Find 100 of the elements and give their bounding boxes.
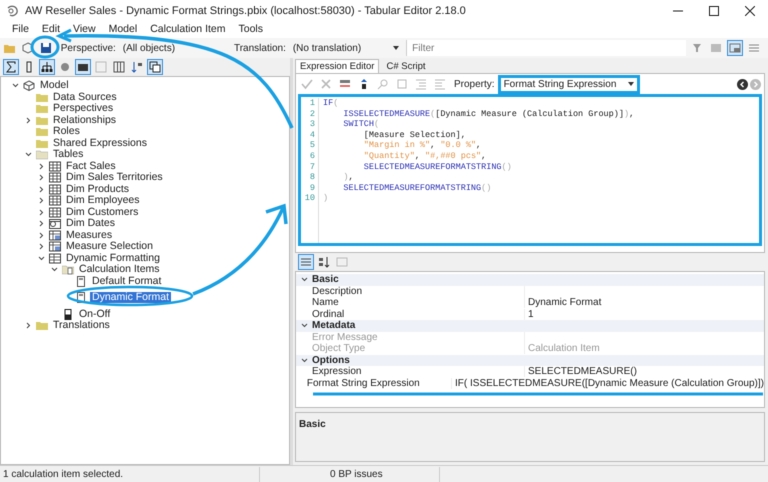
translation-dropdown[interactable]: (No translation) bbox=[288, 40, 400, 56]
property-value[interactable]: SELECTEDMEASURE() bbox=[525, 366, 637, 378]
chevron-down-icon[interactable] bbox=[300, 322, 308, 330]
sigma-icon[interactable] bbox=[3, 59, 19, 75]
table-icon bbox=[49, 172, 61, 184]
line-number: 8 bbox=[310, 172, 315, 183]
chevron-down-icon[interactable] bbox=[25, 151, 32, 158]
code-line: "Quantity", "#,##0 pcs", bbox=[362, 150, 488, 162]
tree-item[interactable]: Dim Employees bbox=[64, 195, 142, 206]
tree-item[interactable]: Measure Selection bbox=[64, 241, 155, 252]
menu-item[interactable]: Calculation Item bbox=[150, 22, 226, 38]
menu-item[interactable]: Tools bbox=[238, 22, 264, 38]
code-line: ) bbox=[323, 193, 330, 204]
line-number: 9 bbox=[310, 182, 315, 194]
calculation-group-icon bbox=[49, 252, 61, 264]
property-name: Error Message bbox=[312, 332, 525, 343]
hierarchy-icon[interactable] bbox=[39, 59, 55, 75]
perspective-dropdown[interactable]: (All objects) bbox=[118, 40, 231, 56]
editor-tab[interactable]: Expression Editor bbox=[295, 59, 380, 73]
translation-label: Translation: bbox=[234, 42, 286, 56]
tree-item[interactable]: Shared Expressions bbox=[51, 138, 149, 149]
property-name: Description bbox=[312, 286, 525, 297]
line-number: 7 bbox=[310, 162, 315, 172]
save-icon[interactable] bbox=[38, 40, 54, 56]
tree-item[interactable]: Roles bbox=[51, 126, 82, 138]
tree-item[interactable]: Dim Customers bbox=[64, 206, 140, 218]
property-name: Format String Expression bbox=[306, 378, 452, 389]
menu-item[interactable]: Model bbox=[108, 22, 138, 38]
property-group-header: Options bbox=[312, 354, 350, 366]
line-number: 3 bbox=[310, 119, 315, 130]
tree-item[interactable]: On-Off bbox=[77, 308, 112, 320]
code-line: [Measure Selection], bbox=[362, 130, 467, 140]
sort-alpha-icon[interactable] bbox=[316, 254, 332, 270]
app-icon bbox=[6, 4, 19, 18]
tree-item[interactable]: Dynamic Format bbox=[90, 292, 172, 304]
tree-item[interactable]: Relationships bbox=[51, 114, 118, 126]
copy-icon[interactable] bbox=[147, 59, 163, 75]
menu-item[interactable]: File bbox=[12, 22, 29, 38]
line-number: 5 bbox=[310, 140, 315, 151]
tree-item[interactable]: Translations bbox=[51, 320, 112, 332]
property-value[interactable]: 1 bbox=[525, 308, 534, 320]
code-line: SWITCH( bbox=[342, 119, 380, 130]
property-dropdown[interactable]: Format String Expression bbox=[498, 74, 640, 94]
menu-item[interactable]: View bbox=[73, 22, 96, 38]
table-icon bbox=[49, 206, 61, 218]
caret-icon bbox=[628, 82, 634, 86]
columns-icon[interactable] bbox=[111, 59, 127, 75]
line-number: 2 bbox=[310, 108, 315, 120]
code-line: ISSELECTEDMEASURE([Dynamic Measure (Calculation Group)]), bbox=[342, 108, 634, 120]
property-value[interactable]: Dynamic Format bbox=[525, 297, 602, 308]
tree-item[interactable]: Fact Sales bbox=[64, 160, 118, 172]
tree-item[interactable]: Perspectives bbox=[51, 103, 116, 114]
sort-icon[interactable] bbox=[129, 59, 145, 75]
toggle-column-icon bbox=[62, 308, 74, 320]
window-title: AW Reseller Sales - Dynamic Format Strings.pbix (localhost:58030) - Tabular Editor 2.18.0 bbox=[25, 4, 466, 19]
tree-item[interactable]: Default Format bbox=[90, 276, 164, 287]
property-group-header: Metadata bbox=[312, 320, 356, 332]
code-line: IF( bbox=[323, 98, 340, 109]
property-name: Object Type bbox=[312, 343, 525, 354]
tree-item[interactable]: Dim Products bbox=[64, 184, 132, 195]
tree-item[interactable]: Calculation Items bbox=[77, 264, 162, 276]
chevron-down-icon[interactable] bbox=[12, 82, 19, 90]
table-icon bbox=[49, 195, 61, 206]
status-text: 1 calculation item selected. bbox=[0, 466, 260, 482]
tree-item[interactable]: Dim Sales Territories bbox=[64, 172, 165, 184]
status-text: 0 BP issues bbox=[330, 466, 440, 482]
perspective-label: Perspective: bbox=[60, 42, 116, 56]
property-value[interactable]: IF( ISSELECTEDMEASURE([Dynamic Measure (Calculation Group)]) bbox=[452, 378, 764, 389]
caret-icon bbox=[393, 46, 400, 50]
close-icon[interactable] bbox=[745, 6, 755, 16]
table-icon bbox=[49, 184, 61, 195]
filter-field[interactable]: Filter bbox=[407, 40, 686, 56]
chevron-right-icon[interactable] bbox=[25, 116, 32, 124]
tree-item[interactable]: Measures bbox=[64, 230, 114, 241]
tree-item[interactable]: Model bbox=[38, 80, 71, 92]
maximize-icon[interactable] bbox=[709, 6, 719, 16]
chevron-down-icon[interactable] bbox=[300, 356, 308, 364]
property-name: Name bbox=[312, 297, 525, 308]
line-number: 10 bbox=[304, 193, 315, 204]
tree-item[interactable]: Tables bbox=[51, 149, 86, 160]
code-line: "Margin in %", "0.0 %", bbox=[362, 140, 482, 151]
categorized-icon[interactable] bbox=[298, 254, 314, 270]
tree-item[interactable]: Dynamic Formatting bbox=[64, 252, 162, 264]
calendar-icon bbox=[49, 218, 61, 230]
property-name: Expression bbox=[312, 366, 525, 378]
code-line: ), bbox=[342, 172, 355, 183]
table-icon bbox=[49, 160, 61, 172]
line-number: 1 bbox=[310, 98, 315, 109]
tree-item[interactable]: Dim Dates bbox=[64, 218, 118, 230]
description-title: Basic bbox=[299, 419, 326, 430]
annotation-circle bbox=[30, 36, 60, 58]
line-number: 6 bbox=[310, 150, 315, 162]
property-label: Property: bbox=[454, 78, 495, 92]
code-line: SELECTEDMEASUREFORMATSTRING() bbox=[362, 162, 513, 172]
back-icon[interactable] bbox=[737, 78, 748, 90]
menu-item[interactable]: Edit bbox=[42, 22, 60, 38]
measure-table-icon bbox=[49, 241, 61, 252]
chevron-right-icon[interactable] bbox=[25, 322, 32, 330]
tree-item[interactable]: Data Sources bbox=[51, 92, 119, 103]
chevron-down-icon[interactable] bbox=[300, 276, 308, 284]
